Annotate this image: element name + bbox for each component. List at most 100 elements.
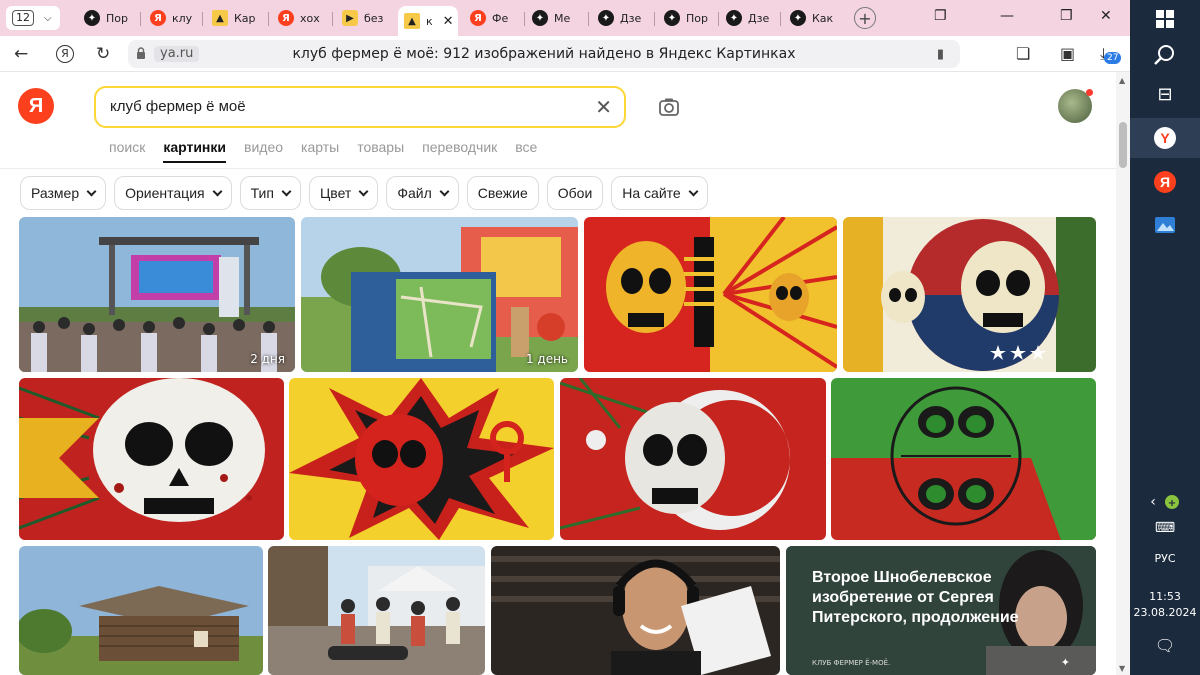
close-window-icon[interactable]: ✕ <box>1100 8 1112 24</box>
filter-wallpapers[interactable]: Обои <box>546 176 604 210</box>
filter-label: Ориентация <box>125 185 205 201</box>
svg-text:+: + <box>1168 498 1176 509</box>
tab-images[interactable]: картинки <box>163 139 227 163</box>
tab-maps[interactable]: карты <box>301 139 339 163</box>
filter-color[interactable]: Цвет <box>308 176 379 210</box>
close-tab-icon[interactable]: ✕ <box>443 14 454 29</box>
tab-11[interactable]: ✦ Дзе <box>726 6 776 30</box>
url-field[interactable]: ya.ru клуб фермер ё моё: 912 изображений… <box>128 40 960 68</box>
filter-size[interactable]: Размер <box>20 176 107 210</box>
clock-date[interactable]: 23.08.2024 <box>1130 606 1200 619</box>
image-result-skull-sunburst[interactable] <box>584 217 837 372</box>
image-result-skull-green-red[interactable] <box>831 378 1096 540</box>
tab-manager-icon[interactable]: ❐ <box>934 8 947 24</box>
chevron-down-icon <box>439 186 450 196</box>
image-result-skull-leaves[interactable] <box>19 378 284 540</box>
tab-translator[interactable]: переводчик <box>422 139 497 163</box>
page-title: клуб фермер ё моё: 912 изображений найде… <box>292 46 796 62</box>
filter-fresh[interactable]: Свежие <box>466 176 539 210</box>
yandex-browser-taskbar-icon[interactable]: Y <box>1130 118 1200 158</box>
new-tab-button[interactable]: + <box>854 7 876 29</box>
chevron-down-icon <box>86 186 97 196</box>
search-icon[interactable] <box>1130 44 1200 66</box>
tab-products[interactable]: товары <box>357 139 404 163</box>
minimize-icon[interactable]: — <box>1000 8 1014 24</box>
dzen-icon: ✦ <box>664 10 680 26</box>
image-result-pirate-festival[interactable] <box>268 546 485 675</box>
tab-label: Фе <box>492 11 509 25</box>
tab-label: Как <box>812 11 834 25</box>
page-scrollbar[interactable]: ▲ ▼ <box>1116 72 1130 675</box>
image-result-park-map[interactable]: 1 день <box>301 217 578 372</box>
tab-count: 12 <box>12 10 34 26</box>
image-result-skull-crescent[interactable] <box>560 378 826 540</box>
tab-5[interactable]: ▶ без <box>342 6 388 30</box>
windows-start-icon[interactable] <box>1130 10 1200 28</box>
yandex-images-icon: ▲ <box>404 13 420 29</box>
tab-12[interactable]: ✦ Как <box>790 6 840 30</box>
clear-search-icon[interactable]: ✕ <box>595 95 612 119</box>
tab-label: Кар <box>234 11 256 25</box>
tab-label: к <box>426 14 433 28</box>
ad-caption: КЛУБ ФЕРМЕР Ё-МОЁ. <box>812 659 891 667</box>
bookmark-icon[interactable]: ▮ <box>937 47 944 62</box>
search-input[interactable]: клуб фермер ё моё ✕ <box>94 86 626 128</box>
filter-type[interactable]: Тип <box>239 176 301 210</box>
yandex-home-icon[interactable]: Я <box>56 45 74 63</box>
tab-video[interactable]: видео <box>244 139 283 163</box>
task-view-icon[interactable]: ⊟ <box>1130 84 1200 105</box>
age-label: 1 день <box>525 352 568 366</box>
tab-label: Ме <box>554 11 571 25</box>
tab-1[interactable]: ✦ Пор <box>84 6 136 30</box>
image-result-skull-tricolor[interactable] <box>843 217 1096 372</box>
svg-text:Я: Я <box>1160 174 1170 190</box>
filter-label: Размер <box>31 185 80 201</box>
age-label: 2 дня <box>250 352 285 366</box>
language-indicator[interactable]: РУС <box>1130 552 1200 565</box>
notifications-icon[interactable]: 🗨 <box>1130 636 1200 655</box>
camera-search-icon[interactable] <box>658 96 680 118</box>
tab-search[interactable]: поиск <box>109 139 145 163</box>
yandex-taskbar-icon[interactable]: Я <box>1130 170 1200 194</box>
tab-8[interactable]: ✦ Ме <box>532 6 582 30</box>
dzen-icon: ✦ <box>84 10 100 26</box>
tab-label: Дзе <box>748 11 770 25</box>
filter-on-site[interactable]: На сайте <box>611 176 708 210</box>
scrollbar-thumb[interactable] <box>1119 122 1127 168</box>
tab-10[interactable]: ✦ Пор <box>664 6 714 30</box>
restore-icon[interactable]: ❒ <box>1060 8 1073 24</box>
filter-file[interactable]: Файл <box>386 176 459 210</box>
filter-orientation[interactable]: Ориентация <box>114 176 232 210</box>
address-bar: ← Я ↻ ya.ru клуб фермер ё моё: 912 изобр… <box>0 36 1130 72</box>
tab-4[interactable]: Я хох <box>278 6 324 30</box>
filter-label: Файл <box>397 185 432 201</box>
filter-label: На сайте <box>622 185 681 201</box>
image-result-wooden-house[interactable] <box>19 546 263 675</box>
image-result-ad-card[interactable]: Второе Шнобелевское изобретение от Серге… <box>786 546 1096 675</box>
tab-counter-button[interactable]: 12 ⌵ <box>6 6 60 30</box>
clock-time[interactable]: 11:53 <box>1130 590 1200 603</box>
yandex-logo[interactable]: Я <box>18 88 54 124</box>
photos-taskbar-icon[interactable] <box>1130 214 1200 236</box>
keyboard-icon[interactable]: ⌨ <box>1130 520 1200 536</box>
reload-icon[interactable]: ↻ <box>96 44 110 64</box>
tab-7[interactable]: Я Фе <box>470 6 516 30</box>
image-result-skull-flame[interactable] <box>289 378 554 540</box>
tab-2[interactable]: Я клу <box>150 6 196 30</box>
back-arrow-icon[interactable]: ← <box>14 44 28 64</box>
chevron-down-icon <box>212 186 223 196</box>
scroll-up-icon[interactable]: ▲ <box>1119 76 1125 85</box>
windows-taskbar: ⊟ Y Я ‹ + ⌨ РУС 11:53 23.08.2024 🗨 <box>1130 0 1200 675</box>
tab-3[interactable]: ▲ Кар <box>212 6 260 30</box>
image-result-festival-stage[interactable]: 2 дня <box>19 217 295 372</box>
extension-icon[interactable]: ▣ <box>1060 44 1075 63</box>
scroll-down-icon[interactable]: ▼ <box>1119 664 1125 673</box>
search-query: клуб фермер ё моё <box>110 98 246 115</box>
tab-active[interactable]: ▲ к ✕ <box>398 6 458 36</box>
tab-all[interactable]: все <box>515 139 537 163</box>
tab-9[interactable]: ✦ Дзе <box>598 6 648 30</box>
chevron-down-icon <box>281 186 292 196</box>
image-result-man-headphones[interactable] <box>491 546 780 675</box>
tray-expand-icon[interactable]: ‹ + <box>1130 494 1200 510</box>
collections-icon[interactable]: ❏ <box>1016 44 1030 63</box>
